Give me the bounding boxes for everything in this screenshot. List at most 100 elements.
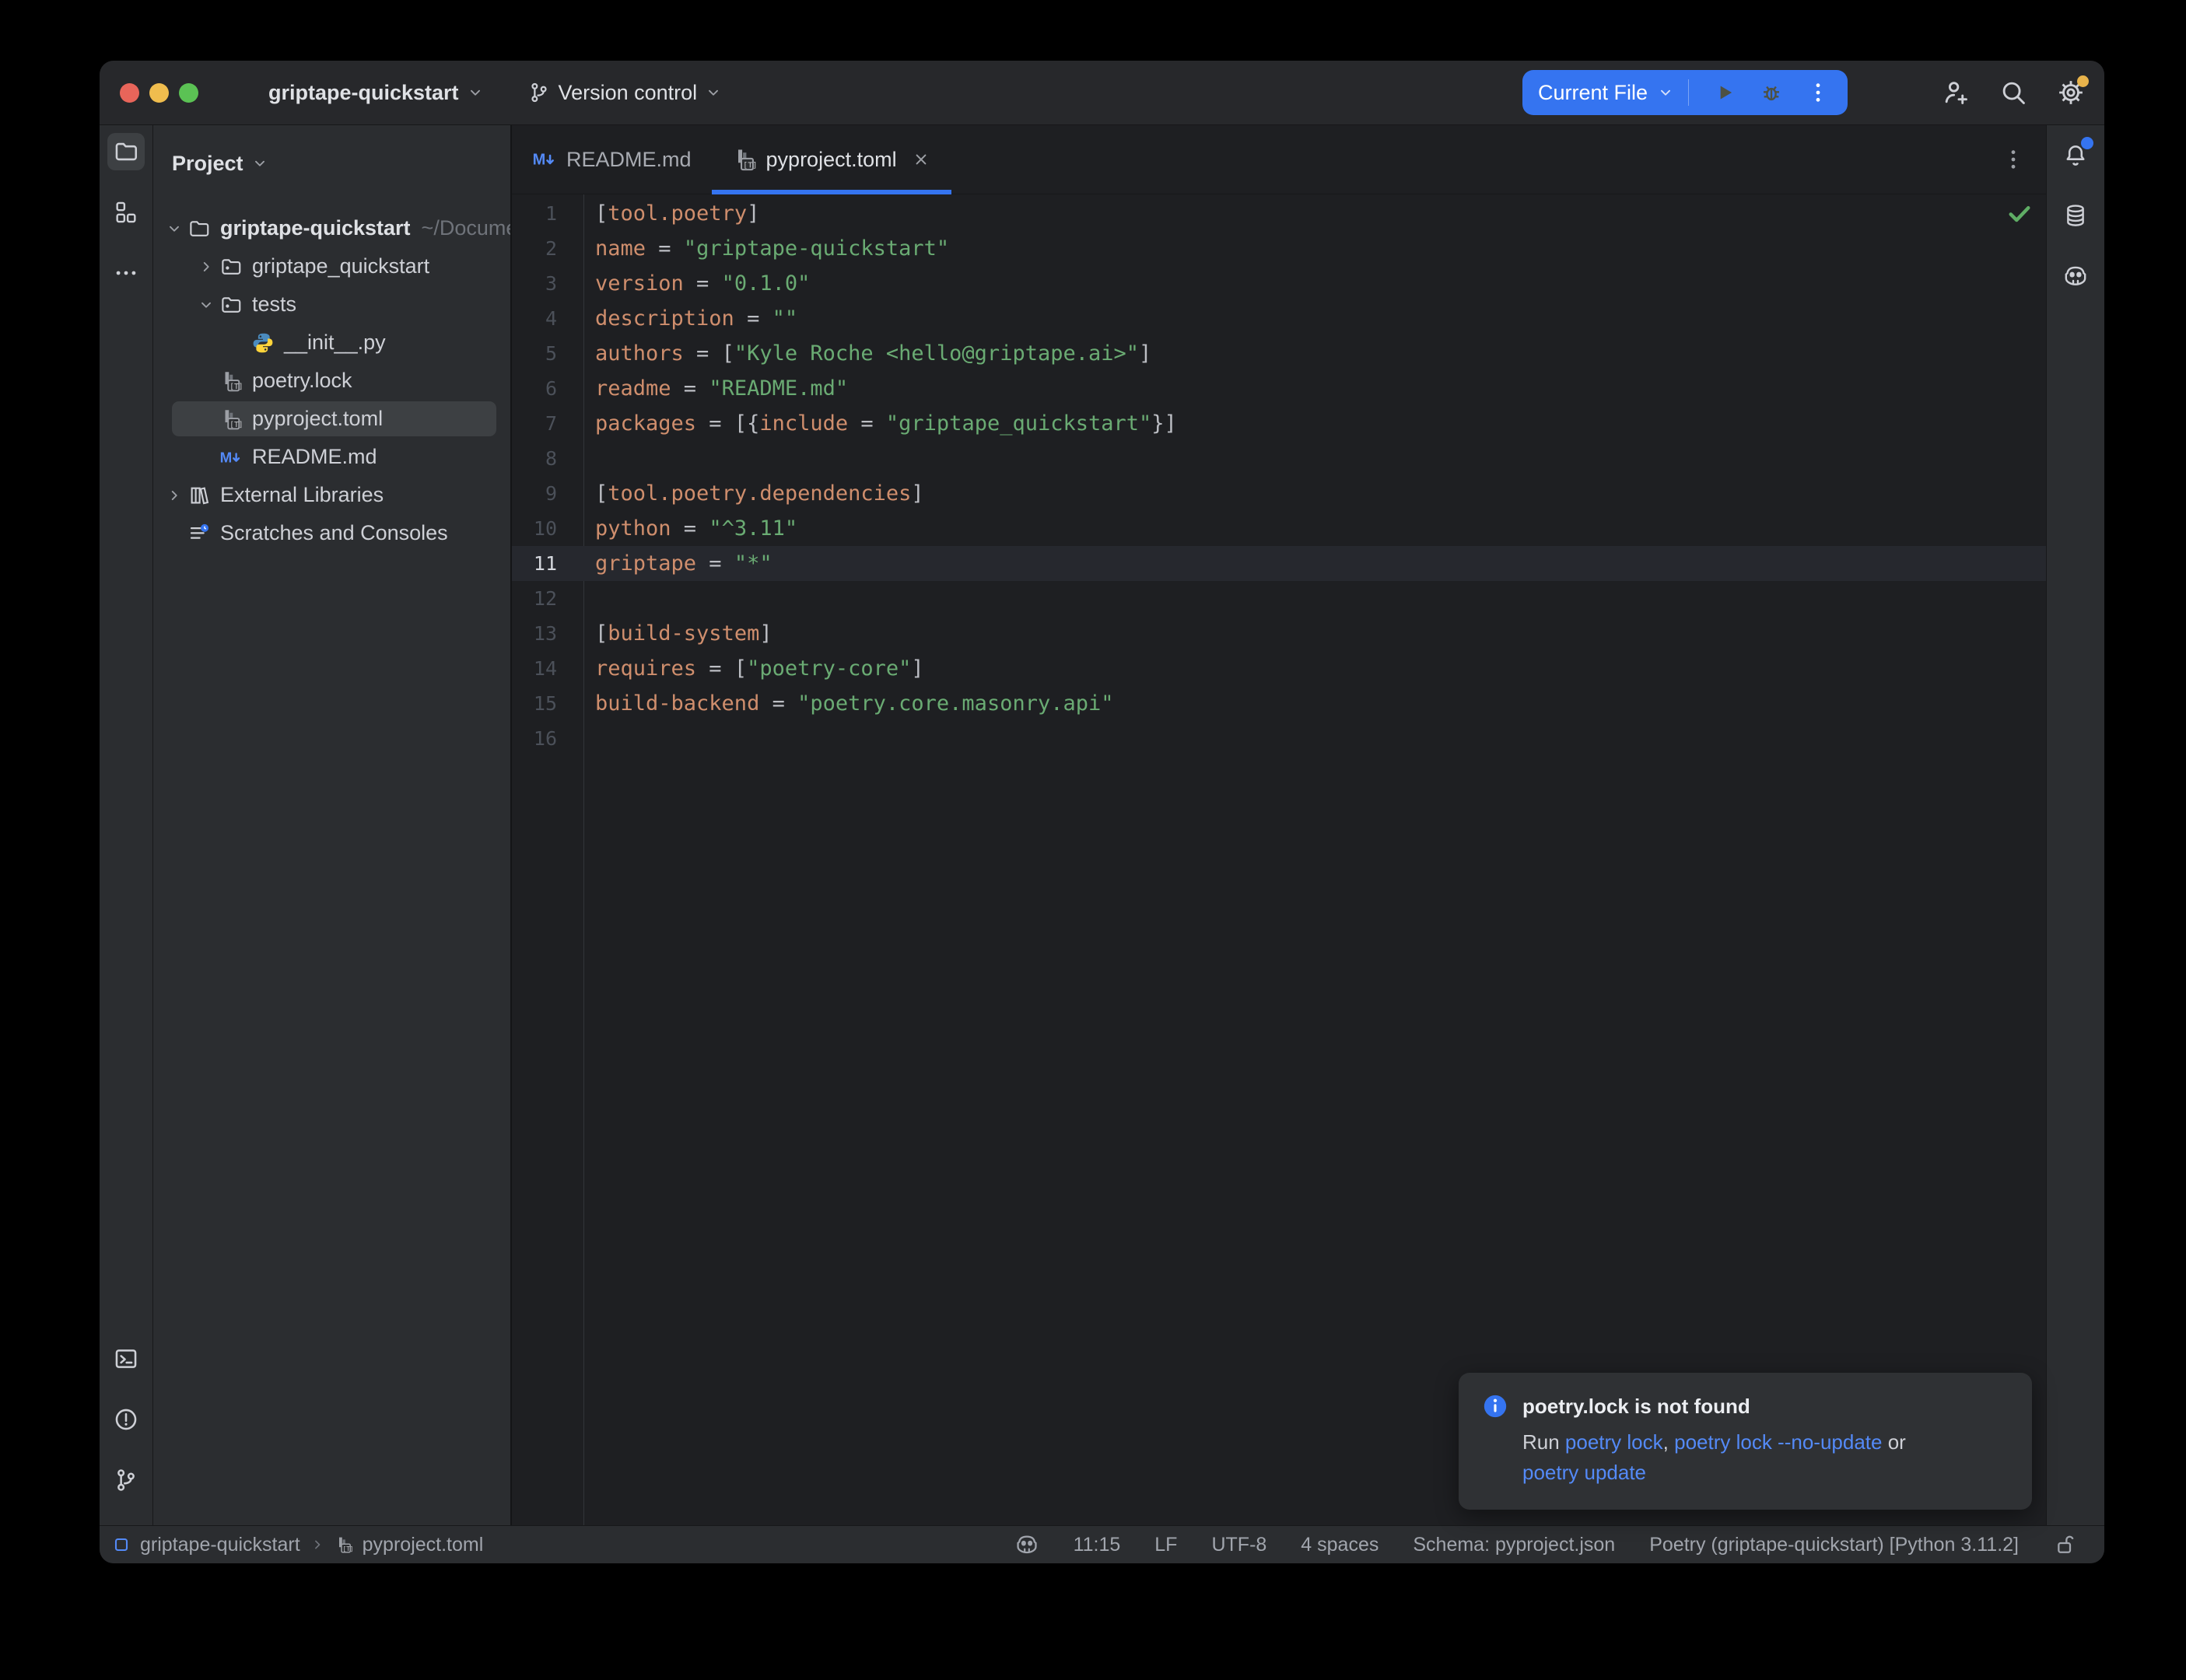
notification-text: or xyxy=(1882,1430,1905,1454)
line-number: 12 xyxy=(512,587,557,610)
code-line-14[interactable]: 14requires = ["poetry-core"] xyxy=(512,651,2046,686)
breadcrumb-griptape-quickstart[interactable]: griptape-quickstart xyxy=(140,1534,300,1556)
tree-item-label: griptape_quickstart xyxy=(252,254,429,278)
code-line-10[interactable]: 10python = "^3.11" xyxy=(512,511,2046,546)
project-panel-header[interactable]: Project xyxy=(153,125,510,191)
tab-options-kebab-icon[interactable] xyxy=(2001,147,2026,172)
problems-icon xyxy=(113,1406,139,1433)
scratches-icon xyxy=(187,522,211,545)
status-caret-position[interactable]: 11:15 xyxy=(1074,1534,1121,1556)
chevron-right-icon[interactable] xyxy=(193,258,219,275)
status-python-interpreter[interactable]: Poetry (griptape-quickstart) [Python 3.1… xyxy=(1649,1534,2019,1556)
code-line-text: [tool.poetry] xyxy=(557,201,759,226)
code-with-me-icon[interactable] xyxy=(1941,78,1971,107)
tool-stripe-button-project[interactable] xyxy=(107,133,145,170)
tree-item-griptape-quickstart[interactable]: griptape-quickstart~/Docume xyxy=(153,209,510,247)
notification-link-poetry-update[interactable]: poetry update xyxy=(1522,1461,1646,1484)
copilot-status-icon[interactable] xyxy=(1014,1532,1039,1557)
line-number: 4 xyxy=(512,307,557,330)
search-everywhere-icon[interactable] xyxy=(1999,78,2028,107)
settings-gear-icon[interactable] xyxy=(2056,78,2086,107)
code-line-2[interactable]: 2name = "griptape-quickstart" xyxy=(512,231,2046,266)
code-line-16[interactable]: 16 xyxy=(512,721,2046,756)
code-line-5[interactable]: 5authors = ["Kyle Roche <hello@griptape.… xyxy=(512,336,2046,371)
minimize-window-button[interactable] xyxy=(149,83,169,103)
svg-text:M: M xyxy=(220,449,233,465)
code-line-11[interactable]: 11griptape = "*" xyxy=(512,546,2046,581)
notification-popup: poetry.lock is not found Run poetry lock… xyxy=(1459,1373,2032,1510)
run-configuration-selector[interactable]: Current File xyxy=(1527,70,1685,115)
close-tab-icon[interactable] xyxy=(911,149,931,170)
code-line-13[interactable]: 13[build-system] xyxy=(512,616,2046,651)
close-window-button[interactable] xyxy=(120,83,139,103)
line-number: 15 xyxy=(512,692,557,715)
tool-stripe-button-database[interactable] xyxy=(2057,197,2094,234)
line-number: 2 xyxy=(512,237,557,260)
code-line-text: [tool.poetry.dependencies] xyxy=(557,481,924,506)
settings-update-badge xyxy=(2077,75,2089,87)
code-line-3[interactable]: 3version = "0.1.0" xyxy=(512,266,2046,301)
terminal-icon xyxy=(113,1346,139,1372)
run-button[interactable] xyxy=(1712,80,1737,105)
tree-item-init-py[interactable]: __init__.py xyxy=(153,324,510,362)
chevron-right-icon[interactable] xyxy=(161,487,187,504)
line-number: 8 xyxy=(512,447,557,470)
debug-button[interactable] xyxy=(1759,80,1784,105)
code-line-7[interactable]: 7packages = [{include = "griptape_quicks… xyxy=(512,406,2046,441)
status-line-separator[interactable]: LF xyxy=(1154,1534,1177,1556)
code-line-15[interactable]: 15build-backend = "poetry.core.masonry.a… xyxy=(512,686,2046,721)
code-line-6[interactable]: 6readme = "README.md" xyxy=(512,371,2046,406)
chevron-down-icon[interactable] xyxy=(161,220,187,237)
tree-item-external-libraries[interactable]: External Libraries xyxy=(153,476,510,514)
right-tool-stripe xyxy=(2046,125,2104,1525)
editor-tab-readme-md[interactable]: MREADME.md xyxy=(512,125,712,194)
tree-item-tests[interactable]: tests xyxy=(153,285,510,324)
toml-icon: [T] xyxy=(219,408,243,431)
toml-icon: [T] xyxy=(219,369,243,393)
vcs-widget[interactable]: Version control xyxy=(517,73,734,113)
project-selector[interactable]: griptape-quickstart xyxy=(257,73,495,113)
toml-icon: [T] xyxy=(732,147,757,172)
notification-link-poetry-lock-no-update[interactable]: poetry lock --no-update xyxy=(1674,1430,1882,1454)
tree-item-poetry-lock[interactable]: [T]poetry.lock xyxy=(153,362,510,400)
code-line-9[interactable]: 9[tool.poetry.dependencies] xyxy=(512,476,2046,511)
tree-item-label: Scratches and Consoles xyxy=(220,521,448,545)
notification-title: poetry.lock is not found xyxy=(1522,1395,1750,1419)
zoom-window-button[interactable] xyxy=(179,83,198,103)
tool-stripe-button-version-control[interactable] xyxy=(107,1461,145,1499)
code-editor[interactable]: 1[tool.poetry]2name = "griptape-quicksta… xyxy=(512,194,2046,1525)
code-line-4[interactable]: 4description = "" xyxy=(512,301,2046,336)
status-indent-style[interactable]: 4 spaces xyxy=(1301,1534,1379,1556)
package-folder-icon xyxy=(219,293,243,317)
tree-item-scratches-and-consoles[interactable]: Scratches and Consoles xyxy=(153,514,510,552)
code-line-text: description = "" xyxy=(557,306,797,331)
line-number: 5 xyxy=(512,342,557,365)
tree-item-label: __init__.py xyxy=(284,331,386,355)
notification-link-poetry-lock[interactable]: poetry lock xyxy=(1565,1430,1663,1454)
chevron-down-icon xyxy=(705,84,722,101)
tool-stripe-button-terminal[interactable] xyxy=(107,1340,145,1377)
line-number: 13 xyxy=(512,622,557,645)
more-run-actions-icon[interactable] xyxy=(1806,80,1830,105)
tool-stripe-button-structure[interactable] xyxy=(107,194,145,231)
write-access-icon[interactable] xyxy=(2053,1532,2078,1557)
tool-stripe-button-ai-assistant[interactable] xyxy=(2057,257,2094,295)
line-number: 11 xyxy=(512,552,557,575)
code-line-12[interactable]: 12 xyxy=(512,581,2046,616)
status-json-schema[interactable]: Schema: pyproject.json xyxy=(1413,1534,1615,1556)
tree-item-pyproject-toml[interactable]: [T]pyproject.toml xyxy=(153,400,510,438)
tool-stripe-button-notifications[interactable] xyxy=(2057,136,2094,173)
code-line-text: name = "griptape-quickstart" xyxy=(557,236,949,261)
breadcrumb-pyproject-toml[interactable]: pyproject.toml xyxy=(363,1534,484,1556)
tree-item-readme-md[interactable]: MREADME.md xyxy=(153,438,510,476)
editor-tab-pyproject-toml[interactable]: [T]pyproject.toml xyxy=(712,125,951,194)
status-file-encoding[interactable]: UTF-8 xyxy=(1211,1534,1266,1556)
code-line-8[interactable]: 8 xyxy=(512,441,2046,476)
code-line-text: requires = ["poetry-core"] xyxy=(557,656,924,681)
tool-stripe-button-problems[interactable] xyxy=(107,1401,145,1438)
chevron-down-icon[interactable] xyxy=(193,296,219,313)
database-icon xyxy=(2062,202,2089,229)
code-line-1[interactable]: 1[tool.poetry] xyxy=(512,196,2046,231)
tool-stripe-button-more-tool-windows[interactable] xyxy=(107,254,145,292)
tree-item-griptape-quickstart[interactable]: griptape_quickstart xyxy=(153,247,510,285)
